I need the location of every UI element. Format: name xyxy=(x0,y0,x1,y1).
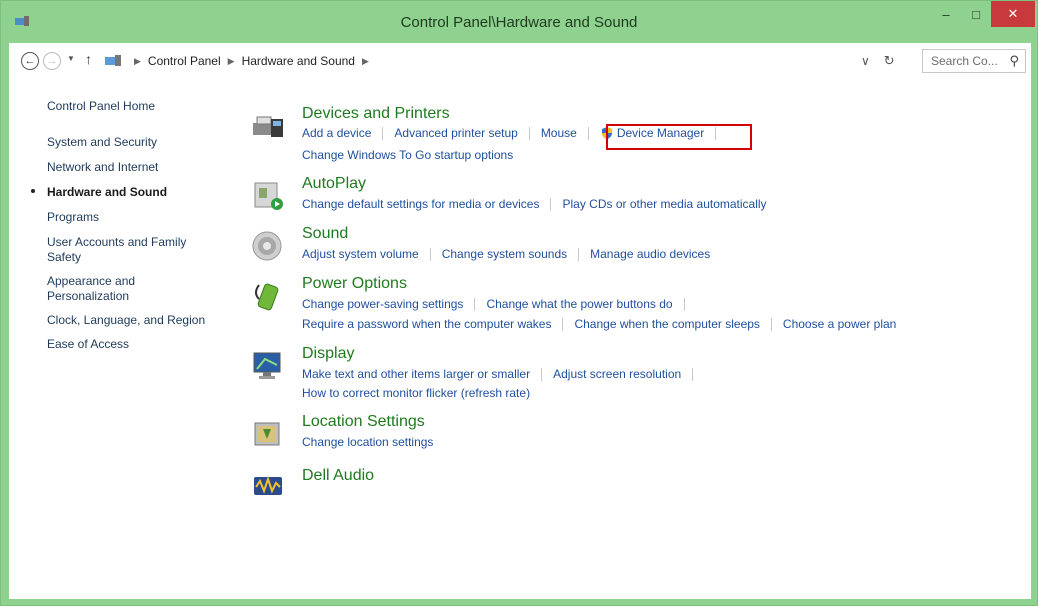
sidebar-item-network-and-internet[interactable]: Network and Internet xyxy=(47,160,158,175)
control-panel-window: Control Panel\Hardware and Sound – □ ✕ ←… xyxy=(0,0,1038,606)
change-system-sounds-link[interactable]: Change system sounds xyxy=(442,247,567,261)
link-separator xyxy=(382,126,384,140)
sidebar-item-clock-language-region[interactable]: Clock, Language, and Region xyxy=(47,313,205,328)
change-when-computer-sleeps-link[interactable]: Change when the computer sleeps xyxy=(574,317,759,331)
category-title-devices-and-printers[interactable]: Devices and Printers xyxy=(302,105,450,123)
link-separator xyxy=(692,367,694,381)
printer-icon[interactable] xyxy=(251,109,285,143)
manage-audio-devices-link[interactable]: Manage audio devices xyxy=(590,247,710,261)
control-panel-icon xyxy=(105,55,121,66)
link-separator xyxy=(474,297,476,311)
devices-links-row-2: Change Windows To Go startup options xyxy=(302,148,513,162)
back-button[interactable]: ← xyxy=(21,52,39,70)
breadcrumb-hardware-and-sound[interactable]: Hardware and Sound xyxy=(242,54,355,68)
address-bar[interactable]: ▶ Control Panel ▶ Hardware and Sound ▶ xyxy=(105,49,905,73)
category-title-location-settings[interactable]: Location Settings xyxy=(302,413,425,431)
change-location-settings-link[interactable]: Change location settings xyxy=(302,435,433,449)
up-button[interactable]: ↑ xyxy=(85,51,92,67)
link-separator xyxy=(541,367,543,381)
power-links-row: Change power-saving settings Change what… xyxy=(302,297,696,311)
search-input[interactable]: Search Co... ⚲ xyxy=(922,49,1026,73)
maximize-button[interactable]: □ xyxy=(961,1,991,27)
link-separator xyxy=(683,297,685,311)
location-icon[interactable] xyxy=(251,417,285,451)
sidebar-item-programs[interactable]: Programs xyxy=(47,210,99,225)
adjust-screen-resolution-link[interactable]: Adjust screen resolution xyxy=(553,367,681,381)
autoplay-icon[interactable] xyxy=(251,179,285,213)
add-a-device-link[interactable]: Add a device xyxy=(302,126,371,140)
address-bar-controls: ∨ ↻ xyxy=(861,49,895,73)
monitor-icon[interactable] xyxy=(251,349,285,383)
change-windows-to-go-link[interactable]: Change Windows To Go startup options xyxy=(302,148,513,162)
battery-icon[interactable] xyxy=(251,279,285,313)
sidebar-item-hardware-and-sound: Hardware and Sound xyxy=(47,185,168,199)
address-history-dropdown-icon[interactable]: ∨ xyxy=(861,54,870,68)
link-separator xyxy=(550,197,552,211)
sidebar-item-control-panel-home[interactable]: Control Panel Home xyxy=(47,99,155,114)
link-separator xyxy=(578,247,580,261)
breadcrumb-separator-icon: ▶ xyxy=(227,55,235,66)
category-title-sound[interactable]: Sound xyxy=(302,225,348,243)
link-separator xyxy=(528,126,530,140)
mouse-link[interactable]: Mouse xyxy=(541,126,577,140)
window-title: Control Panel\Hardware and Sound xyxy=(400,14,638,31)
dell-audio-icon[interactable] xyxy=(251,469,285,503)
breadcrumb-separator-icon: ▶ xyxy=(134,55,141,66)
content-area: Control Panel Home System and Security N… xyxy=(9,79,1031,599)
play-cds-link[interactable]: Play CDs or other media automatically xyxy=(562,197,766,211)
make-text-larger-link[interactable]: Make text and other items larger or smal… xyxy=(302,367,530,381)
choose-power-plan-link[interactable]: Choose a power plan xyxy=(783,317,896,331)
display-links-row-2: How to correct monitor flicker (refresh … xyxy=(302,386,530,400)
location-links-row: Change location settings xyxy=(302,435,433,449)
require-password-on-wake-link[interactable]: Require a password when the computer wak… xyxy=(302,317,551,331)
recent-locations-dropdown[interactable]: ▼ xyxy=(67,54,75,63)
breadcrumb-separator-icon[interactable]: ▶ xyxy=(362,56,369,67)
refresh-icon[interactable]: ↻ xyxy=(884,53,895,69)
speaker-icon[interactable] xyxy=(251,229,285,263)
sidebar-item-user-accounts[interactable]: User Accounts and Family Safety xyxy=(47,235,186,265)
forward-button[interactable]: → xyxy=(43,52,61,70)
category-title-autoplay[interactable]: AutoPlay xyxy=(302,175,366,193)
link-separator xyxy=(429,247,431,261)
power-links-row-2: Require a password when the computer wak… xyxy=(302,317,896,331)
current-item-bullet xyxy=(31,189,35,193)
monitor-flicker-link[interactable]: How to correct monitor flicker (refresh … xyxy=(302,386,530,400)
close-button[interactable]: ✕ xyxy=(991,1,1035,27)
link-separator xyxy=(587,126,589,140)
sound-links-row: Adjust system volume Change system sound… xyxy=(302,247,710,261)
sidebar-item-appearance[interactable]: Appearance and Personalization xyxy=(47,274,135,304)
device-manager-highlight-box xyxy=(606,124,752,150)
category-title-power-options[interactable]: Power Options xyxy=(302,275,407,293)
minimize-button[interactable]: – xyxy=(931,1,961,27)
title-bar[interactable]: Control Panel\Hardware and Sound – □ ✕ xyxy=(1,1,1037,43)
navigation-bar: ← → ▼ ↑ ▶ Control Panel ▶ Hardware and S… xyxy=(9,43,1031,79)
sidebar-item-system-and-security[interactable]: System and Security xyxy=(47,135,157,150)
search-placeholder: Search Co... xyxy=(931,54,998,68)
adjust-system-volume-link[interactable]: Adjust system volume xyxy=(302,247,419,261)
category-title-dell-audio[interactable]: Dell Audio xyxy=(302,467,374,485)
autoplay-links-row: Change default settings for media or dev… xyxy=(302,197,767,211)
breadcrumb-control-panel[interactable]: Control Panel xyxy=(148,54,221,68)
link-separator xyxy=(770,317,772,331)
display-links-row: Make text and other items larger or smal… xyxy=(302,367,704,381)
change-power-buttons-link[interactable]: Change what the power buttons do xyxy=(486,297,672,311)
link-separator xyxy=(562,317,564,331)
category-title-display[interactable]: Display xyxy=(302,345,354,363)
search-icon[interactable]: ⚲ xyxy=(1009,53,1019,69)
change-default-settings-link[interactable]: Change default settings for media or dev… xyxy=(302,197,539,211)
change-power-saving-settings-link[interactable]: Change power-saving settings xyxy=(302,297,463,311)
sidebar-item-ease-of-access[interactable]: Ease of Access xyxy=(47,337,129,352)
advanced-printer-setup-link[interactable]: Advanced printer setup xyxy=(394,126,517,140)
